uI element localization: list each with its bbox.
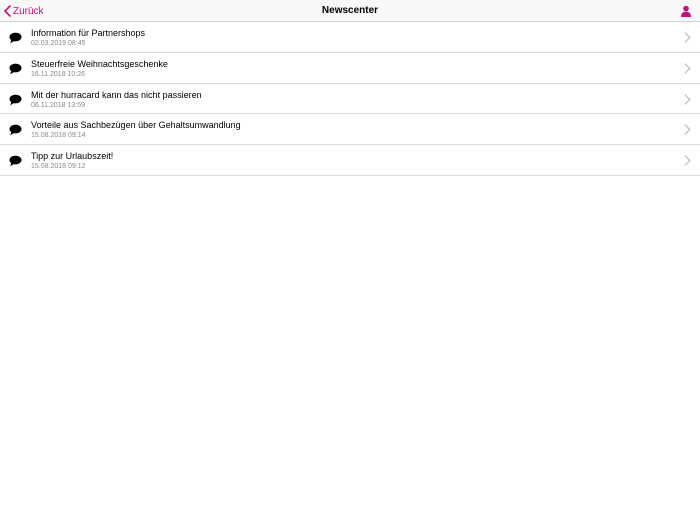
speech-bubble-icon — [9, 63, 22, 75]
news-item[interactable]: Vorteile aus Sachbezügen über Gehaltsumw… — [0, 114, 700, 145]
news-title: Tipp zur Urlaubszeit! — [31, 151, 114, 161]
news-title: Information für Partnershops — [31, 28, 146, 38]
speech-bubble-icon — [9, 155, 22, 167]
person-icon — [680, 5, 692, 17]
news-date: 15.08.2018 09:12 — [31, 163, 86, 170]
news-date: 16.11.2018 10:26 — [31, 70, 85, 78]
news-item[interactable]: Steuerfreie Weihnachtsgeschenke 16.11.20… — [0, 53, 700, 84]
profile-button[interactable] — [680, 5, 692, 17]
speech-bubble-icon — [9, 94, 22, 106]
news-date: 02.03.2019 08:45 — [31, 40, 86, 47]
speech-bubble-icon — [9, 124, 22, 136]
navigation-bar: Zurück Newscenter — [0, 0, 700, 22]
news-item[interactable]: Information für Partnershops 02.03.2019 … — [0, 22, 700, 53]
news-item[interactable]: Mit der hurracard kann das nicht passier… — [0, 84, 700, 115]
chevron-right-icon — [684, 93, 691, 105]
chevron-right-icon — [684, 155, 691, 166]
back-button[interactable]: Zurück — [4, 3, 44, 19]
news-title: Mit der hurracard kann das nicht passier… — [31, 89, 202, 100]
back-button-label: Zurück — [13, 5, 44, 17]
news-item[interactable]: Tipp zur Urlaubszeit! 15.08.2018 09:12 — [0, 145, 700, 176]
chevron-right-icon — [684, 124, 691, 135]
news-title: Vorteile aus Sachbezügen über Gehaltsumw… — [31, 120, 241, 131]
news-list: Information für Partnershops 02.03.2019 … — [0, 22, 700, 176]
chevron-right-icon — [684, 32, 691, 43]
chevron-right-icon — [684, 63, 691, 74]
speech-bubble-icon — [9, 32, 22, 44]
news-date: 15.08.2018 09:14 — [31, 132, 86, 140]
news-date: 06.11.2018 13:59 — [31, 101, 85, 109]
news-title: Steuerfreie Weihnachtsgeschenke — [31, 58, 168, 69]
page-title: Newscenter — [321, 5, 379, 16]
chevron-left-icon — [4, 5, 13, 17]
